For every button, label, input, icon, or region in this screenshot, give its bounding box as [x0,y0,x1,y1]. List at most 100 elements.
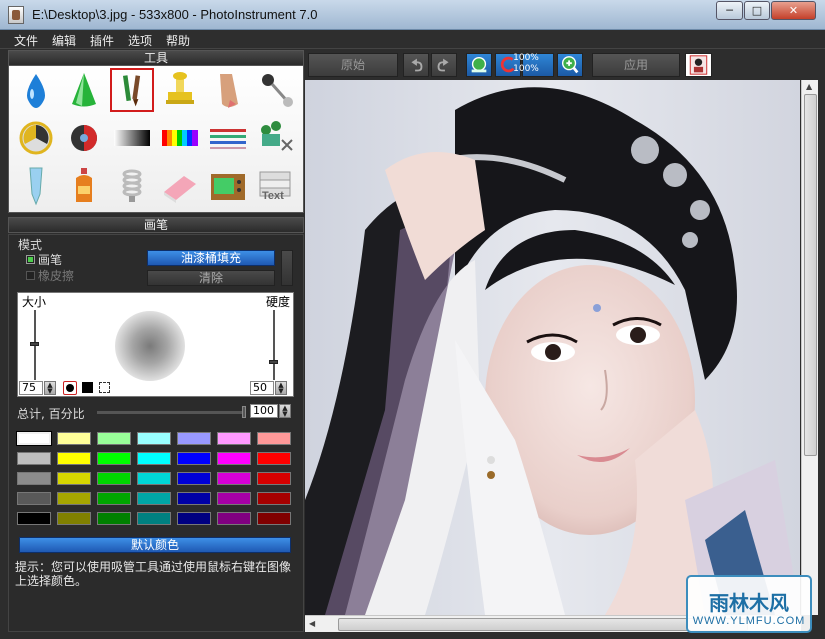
color-swatch[interactable] [57,472,91,485]
tool-rainbow-bars-icon[interactable] [158,116,202,160]
menu-help[interactable]: 帮助 [166,32,190,49]
color-swatch[interactable] [137,512,171,525]
maximize-button[interactable]: □ [744,1,770,20]
color-swatch[interactable] [97,512,131,525]
hardness-spinner[interactable]: ▲ ▼ [275,381,287,395]
tool-stamp-yellow-icon[interactable] [158,68,202,112]
tool-scissors-green-icon[interactable] [254,116,298,160]
tool-bottle-orange-icon[interactable] [62,164,106,208]
color-swatch[interactable] [257,432,291,445]
hardness-input[interactable]: 50 [250,381,274,395]
scroll-left-icon[interactable]: ◀ [309,619,315,628]
color-swatch[interactable] [217,432,251,445]
color-swatch[interactable] [217,492,251,505]
original-button[interactable]: 原始 [308,53,398,77]
tool-lines-stripes-icon[interactable] [206,116,250,160]
size-spinner[interactable]: ▲ ▼ [44,381,56,395]
color-swatch[interactable] [137,492,171,505]
round-brush-icon[interactable] [63,381,77,395]
percent-slider-thumb[interactable] [242,406,246,418]
size-slider[interactable] [30,310,39,380]
tool-text-label: Text [262,190,284,202]
color-swatch[interactable] [17,472,51,485]
tool-tv-box-icon[interactable] [206,164,250,208]
color-swatch[interactable] [177,432,211,445]
hardness-slider-thumb[interactable] [269,360,278,364]
color-swatch[interactable] [177,452,211,465]
tool-spring-white-icon[interactable] [110,164,154,208]
zoom-label: 100% 100% [511,53,541,75]
color-swatch[interactable] [57,452,91,465]
color-swatch[interactable] [217,472,251,485]
color-swatch[interactable] [17,492,51,505]
redo-icon[interactable] [431,53,457,77]
dotted-brush-icon[interactable] [99,382,110,393]
clear-button[interactable]: 清除 [147,270,275,286]
thumbnail-icon[interactable] [685,53,712,77]
color-swatch[interactable] [257,492,291,505]
vertical-scrollbar[interactable]: ▲ [801,80,818,615]
color-swatch[interactable] [177,492,211,505]
zoom-fit-icon[interactable] [466,53,492,77]
color-swatch[interactable] [57,492,91,505]
tool-eraser-pink-icon[interactable] [158,164,202,208]
watermark-url: WWW.YLMFU.COM [692,615,806,627]
tool-text-stack-icon[interactable]: Text [254,164,298,208]
color-swatch[interactable] [257,512,291,525]
apply-button[interactable]: 应用 [592,53,680,77]
color-swatch[interactable] [217,452,251,465]
color-swatch[interactable] [97,432,131,445]
tool-finger-smudge-icon[interactable] [206,68,250,112]
hardness-slider[interactable] [269,310,278,380]
zoom-in-icon[interactable] [557,53,583,77]
color-swatch[interactable] [97,492,131,505]
color-swatch[interactable] [137,472,171,485]
vertical-scroll-thumb[interactable] [804,94,817,456]
color-swatch[interactable] [16,431,52,446]
color-swatch[interactable] [57,432,91,445]
percent-slider[interactable] [97,411,245,414]
color-swatch[interactable] [137,432,171,445]
menu-file[interactable]: 文件 [14,32,38,49]
tool-cone-green-icon[interactable] [62,68,106,112]
menu-plugins[interactable]: 插件 [90,32,114,49]
color-swatch[interactable] [17,512,51,525]
close-button[interactable]: ✕ [771,1,816,20]
color-swatch[interactable] [257,452,291,465]
menu-edit[interactable]: 编辑 [52,32,76,49]
color-swatch[interactable] [257,472,291,485]
menu-options[interactable]: 选项 [128,32,152,49]
tool-gradient-gray-icon[interactable] [110,116,154,160]
color-swatch[interactable] [217,512,251,525]
tool-radiation-badge-icon[interactable] [14,116,58,160]
color-swatch[interactable] [97,452,131,465]
scroll-up-icon[interactable]: ▲ [806,82,812,91]
percent-input[interactable]: 100 [250,404,278,418]
minimize-button[interactable]: ─ [716,1,743,20]
paint-bucket-fill-button[interactable]: 油漆桶填充 [147,250,275,266]
color-swatch[interactable] [97,472,131,485]
tool-eye-circle-icon[interactable] [62,116,106,160]
color-swatch[interactable] [137,452,171,465]
square-brush-icon[interactable] [82,382,93,393]
color-swatch[interactable] [17,452,51,465]
tool-pin-needle-icon[interactable] [254,68,298,112]
brush-side-handle[interactable] [281,250,293,286]
color-swatch[interactable] [177,512,211,525]
hint-text: 提示：您可以使用吸管工具通过使用鼠标右键在图像上选择颜色。 [15,560,292,588]
percent-spinner[interactable]: ▲ ▼ [279,404,291,418]
eraser-radio[interactable] [26,271,35,280]
size-input[interactable]: 75 [19,381,43,395]
default-colors-button[interactable]: 默认颜色 [19,537,291,553]
portrait-photo [305,80,800,615]
color-swatch[interactable] [177,472,211,485]
color-swatch[interactable] [57,512,91,525]
brush-radio[interactable] [26,255,35,264]
undo-icon[interactable] [403,53,429,77]
tool-drop-blue-icon[interactable] [14,68,58,112]
image-canvas[interactable] [305,80,800,615]
size-slider-thumb[interactable] [30,342,39,346]
tool-tube-blue-icon[interactable] [14,164,58,208]
tool-brush-pencil-icon[interactable] [110,68,154,112]
total-percent-label: 总计, 百分比 [17,407,85,421]
